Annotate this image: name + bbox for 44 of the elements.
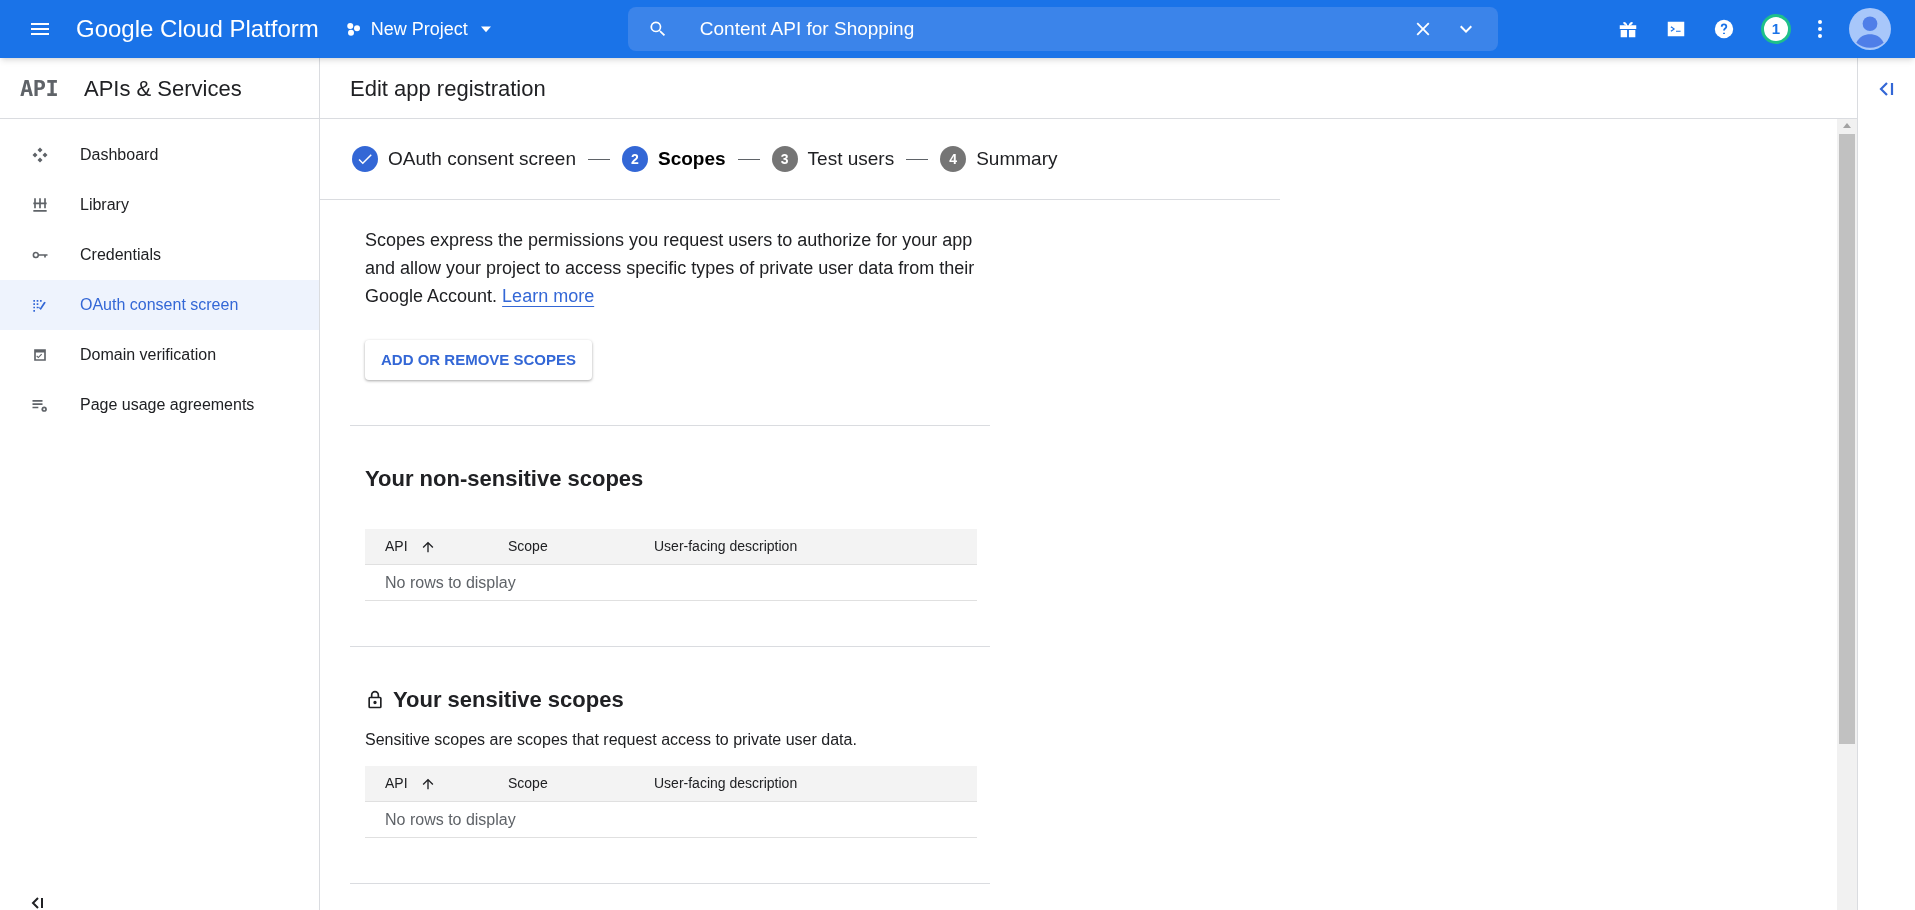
sidebar-item[interactable]: OAuth consent screen xyxy=(0,280,319,330)
step-label[interactable]: Summary xyxy=(976,144,1058,174)
page-title: Edit app registration xyxy=(350,74,546,103)
sidebar-item[interactable]: Page usage agreements xyxy=(0,380,319,430)
column-header[interactable]: API xyxy=(385,536,408,557)
empty-table-message: No rows to display xyxy=(385,572,516,593)
section-heading: Your non-sensitive scopes xyxy=(365,465,644,493)
lock-icon xyxy=(365,688,385,711)
column-header: Scope xyxy=(508,537,548,556)
api-logo: API xyxy=(20,74,60,103)
column-header: Scope xyxy=(508,774,548,793)
intro-paragraph: Scopes express the permissions you request users to authorize for your app and allow your project to access specific types of private user data from their Google Account. Learn more xyxy=(365,229,976,308)
search-text: Content API for Shopping xyxy=(699,16,916,41)
step-label[interactable]: Test users xyxy=(807,144,895,174)
learn-more-link[interactable]: Learn more xyxy=(502,286,595,306)
product-name[interactable]: Google Cloud Platform xyxy=(76,11,319,47)
sidebar-item[interactable]: Domain verification xyxy=(0,330,319,380)
column-header: User-facing description xyxy=(654,537,798,556)
search-field[interactable]: Content API for Shopping xyxy=(627,7,1498,51)
step-number: 3 xyxy=(771,146,798,172)
scrollbar[interactable] xyxy=(1837,119,1857,910)
column-header: User-facing description xyxy=(654,774,798,793)
section-description: Sensitive scopes are scopes that request access to private user data. xyxy=(365,730,858,750)
more-options-icon[interactable] xyxy=(1817,19,1823,39)
avatar-icon[interactable] xyxy=(1849,8,1891,50)
step-label[interactable]: OAuth consent screen xyxy=(388,144,576,174)
dashboard-icon xyxy=(30,145,50,165)
library-icon xyxy=(30,195,50,215)
sidebar-title: APIs & Services xyxy=(84,74,242,103)
add-or-remove-scopes-button[interactable]: ADD OR REMOVE SCOPES xyxy=(365,340,593,380)
sidebar-item[interactable]: Dashboard xyxy=(0,130,319,180)
collapse-icon[interactable] xyxy=(30,896,46,910)
step-number: 4 xyxy=(940,146,967,172)
column-header[interactable]: API xyxy=(385,773,408,794)
project-selector[interactable]: New Project xyxy=(344,15,496,43)
sidebar-item[interactable]: Library xyxy=(0,180,319,230)
notification-badge[interactable]: 1 xyxy=(1761,14,1791,44)
help-icon[interactable] xyxy=(1713,18,1735,40)
section-heading: Your sensitive scopes xyxy=(393,686,624,714)
sidebar-item[interactable]: Credentials xyxy=(0,230,319,280)
step-number: 2 xyxy=(622,146,648,172)
step-label[interactable]: Scopes xyxy=(658,144,726,174)
dots-cluster-icon xyxy=(344,20,363,38)
empty-table-message: No rows to display xyxy=(385,809,516,830)
